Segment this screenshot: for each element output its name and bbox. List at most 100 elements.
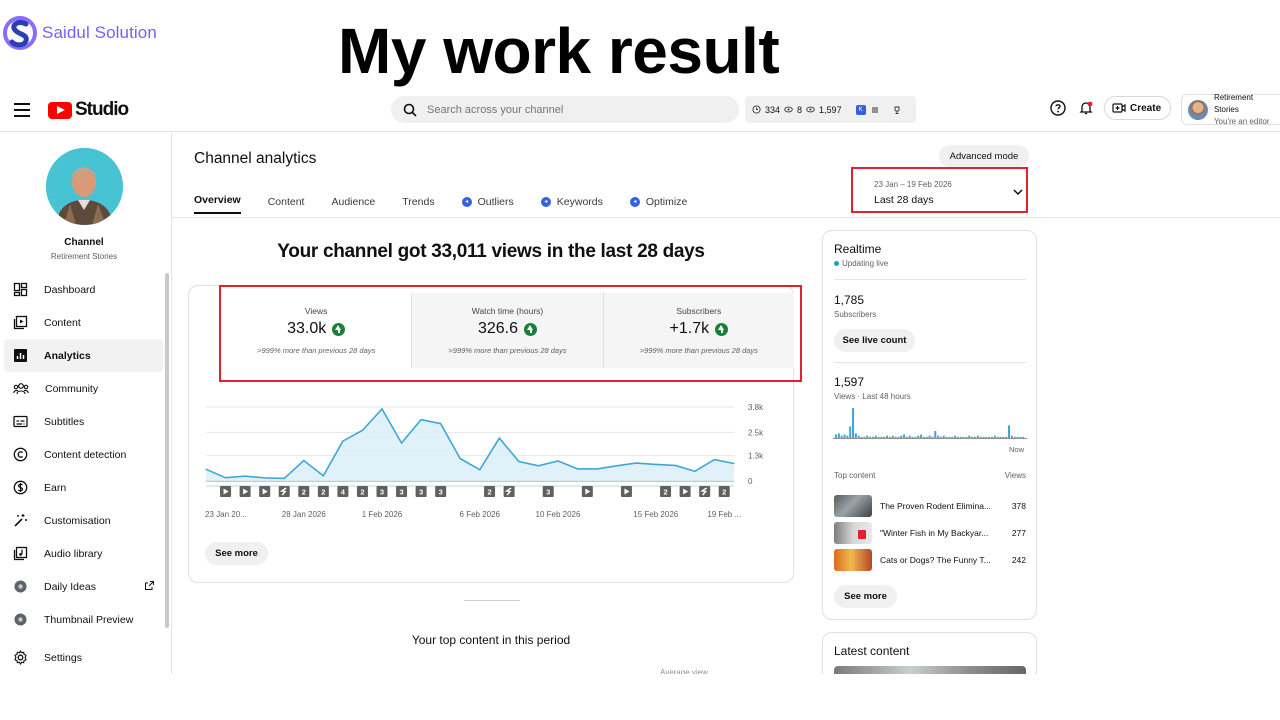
data-point xyxy=(342,440,344,442)
tab-optimize[interactable]: ◂ Optimize xyxy=(629,194,687,210)
data-point xyxy=(596,468,598,470)
sidebar-item-dashboard[interactable]: Dashboard xyxy=(4,273,163,306)
account-name: Retirement Stories xyxy=(1213,92,1254,114)
advanced-mode-button[interactable]: Advanced mode xyxy=(939,145,1029,167)
tab-keywords[interactable]: ◂ Keywords xyxy=(540,194,603,210)
realtime-bar xyxy=(860,436,863,438)
extension-icon xyxy=(14,580,27,593)
data-point xyxy=(381,408,383,410)
help-icon[interactable] xyxy=(1048,98,1068,118)
tab-outliers[interactable]: ◂ Outliers xyxy=(461,194,514,210)
extension-badge-icon[interactable]: K xyxy=(855,104,866,115)
sidebar-item-analytics[interactable]: Analytics xyxy=(4,339,163,372)
data-point xyxy=(420,419,422,421)
data-point xyxy=(557,460,559,462)
realtime-bar xyxy=(1016,436,1019,438)
data-point xyxy=(264,477,266,479)
notifications-icon[interactable] xyxy=(1076,98,1096,118)
date-range-selector[interactable]: 23 Jan – 19 Feb 2026 Last 28 days xyxy=(851,167,1028,213)
gear-icon xyxy=(14,650,27,665)
video-thumbnail xyxy=(834,495,872,517)
sidebar-item-earn[interactable]: Earn xyxy=(4,471,163,504)
realtime-bar xyxy=(900,435,903,438)
tab-overview[interactable]: Overview xyxy=(194,194,241,214)
sidebar-scrollbar[interactable] xyxy=(165,273,169,628)
search-input[interactable] xyxy=(427,103,707,116)
studio-logo[interactable]: Studio xyxy=(48,99,129,121)
see-more-button[interactable]: See more xyxy=(205,542,268,565)
data-point xyxy=(479,469,481,471)
marker-count: 2 xyxy=(487,488,491,497)
account-switcher[interactable]: Retirement Stories You're an editor xyxy=(1181,92,1280,126)
video-thumbnail xyxy=(834,522,872,544)
stats-extension-bar[interactable]: 334 8 1,597 K xyxy=(745,96,916,123)
sidebar-item-settings[interactable]: Settings xyxy=(4,641,163,674)
see-live-count-button[interactable]: See live count xyxy=(834,329,915,352)
list-icon[interactable] xyxy=(870,105,880,115)
content-icon xyxy=(13,315,28,330)
tab-trends[interactable]: Trends xyxy=(402,194,434,210)
top-content-row[interactable]: Cats or Dogs? The Funny T... 242 xyxy=(834,549,1026,571)
sidebar-item-label: Thumbnail Preview xyxy=(44,613,134,626)
realtime-bar xyxy=(973,436,976,438)
tab-content[interactable]: Content xyxy=(268,194,305,210)
sidebar-item-customisation[interactable]: Customisation xyxy=(4,504,163,537)
subscribers-count: 1,785 xyxy=(834,293,865,307)
realtime-bar xyxy=(911,436,914,438)
sidebar-item-content-detection[interactable]: Content detection xyxy=(4,438,163,471)
realtime-bar xyxy=(979,436,982,438)
sidebar-item-subtitles[interactable]: Subtitles xyxy=(4,405,163,438)
top-content-row[interactable]: The Proven Rodent Elimina... 378 xyxy=(834,495,1026,517)
marker-count: 3 xyxy=(439,488,443,497)
realtime-bar xyxy=(1002,436,1005,438)
realtime-bar xyxy=(988,436,991,438)
latest-content-title: Latest content xyxy=(834,644,910,658)
trophy-icon[interactable] xyxy=(892,105,902,115)
analytics-icon xyxy=(14,349,27,362)
realtime-bar xyxy=(1005,436,1008,438)
realtime-bar xyxy=(920,434,923,438)
sidebar-item-community[interactable]: Community xyxy=(4,372,163,405)
sidebar-item-content[interactable]: Content xyxy=(4,306,163,339)
x-tick-label: 10 Feb 2026 xyxy=(536,510,581,519)
realtime-bar xyxy=(840,435,843,438)
youtube-logo-icon xyxy=(48,101,72,119)
data-point xyxy=(635,462,637,464)
video-title: "Winter Fish in My Backyar... xyxy=(880,528,989,538)
views-icon xyxy=(806,106,815,113)
sidebar-item-thumbnail-preview[interactable]: Thumbnail Preview xyxy=(4,603,163,636)
see-more-button[interactable]: See more xyxy=(834,585,897,608)
realtime-bar xyxy=(996,436,999,438)
search-icon xyxy=(403,103,417,117)
create-button[interactable]: Create xyxy=(1104,96,1172,120)
data-point xyxy=(674,464,676,467)
realtime-bar xyxy=(849,426,852,438)
realtime-bar xyxy=(835,434,838,438)
data-point xyxy=(576,468,579,470)
account-avatar xyxy=(1188,99,1208,120)
realtime-bar xyxy=(1007,425,1011,438)
top-content-row[interactable]: "Winter Fish in My Backyar... 277 xyxy=(834,522,1026,544)
views-column-label: Views xyxy=(1004,471,1026,480)
sidebar-item-daily-ideas[interactable]: Daily Ideas xyxy=(4,570,163,603)
data-point xyxy=(224,477,227,479)
tab-audience[interactable]: Audience xyxy=(331,194,375,210)
top-content-label: Top content xyxy=(834,471,876,480)
realtime-bar xyxy=(917,435,920,438)
search-bar[interactable] xyxy=(391,96,739,123)
realtime-bar xyxy=(982,436,985,438)
realtime-bar xyxy=(854,433,857,438)
channel-avatar[interactable] xyxy=(46,148,123,225)
realtime-bar xyxy=(908,435,911,438)
realtime-bar xyxy=(993,435,996,438)
marker-count: 2 xyxy=(360,488,364,497)
realtime-bar xyxy=(846,435,849,438)
stat-a: 334 xyxy=(765,104,781,115)
realtime-bar xyxy=(951,436,954,438)
data-point xyxy=(205,468,207,470)
marker-count: 3 xyxy=(546,488,550,497)
menu-icon[interactable] xyxy=(14,103,30,117)
sidebar-item-audio-library[interactable]: Audio library xyxy=(4,537,163,570)
sidebar-item-label: Daily Ideas xyxy=(44,580,96,593)
video-title: The Proven Rodent Elimina... xyxy=(880,501,992,511)
